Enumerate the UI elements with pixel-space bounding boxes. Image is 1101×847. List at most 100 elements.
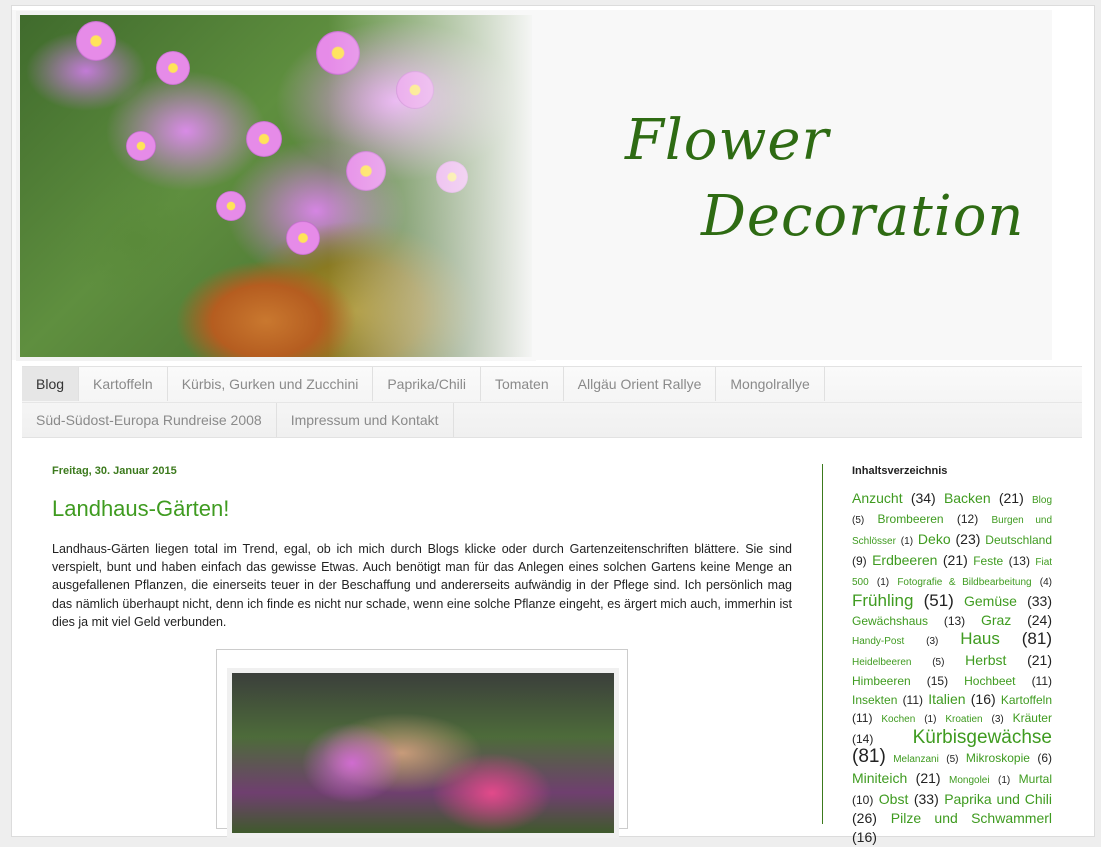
label-count: (4) — [1039, 577, 1053, 588]
nav-row-1: Blog Kartoffeln Kürbis, Gurken und Zucchin… — [22, 367, 825, 401]
label-count: (51) — [923, 591, 954, 610]
label-count: (23) — [955, 531, 981, 547]
label-link[interactable]: Hochbeet — [964, 674, 1015, 688]
column-divider — [822, 464, 823, 824]
label-count: (3) — [991, 714, 1004, 725]
nav-tab[interactable]: Kürbis, Gurken und Zucchini — [168, 367, 374, 401]
flower-blossom — [76, 21, 116, 61]
label-link[interactable]: Haus — [960, 629, 1000, 648]
label-link[interactable]: Mongolei — [949, 775, 990, 786]
nav-tab[interactable]: Süd-Südost-Europa Rundreise 2008 — [22, 403, 277, 437]
label-count: (34) — [910, 490, 936, 506]
label-count: (1) — [998, 775, 1011, 786]
label-link[interactable]: Italien — [928, 691, 965, 707]
label-link[interactable]: Erdbeeren — [872, 552, 937, 568]
label-link[interactable]: Backen — [944, 490, 991, 506]
page-nav: Blog Kartoffeln Kürbis, Gurken und Zucchin… — [22, 366, 1082, 438]
label-count: (6) — [1037, 751, 1053, 765]
label-count: (3) — [926, 636, 939, 647]
label-count: (1) — [876, 577, 890, 588]
label-link[interactable]: Handy-Post — [852, 636, 904, 647]
label-count: (9) — [852, 554, 867, 568]
label-link[interactable]: Himbeeren — [852, 674, 911, 688]
label-count: (10) — [852, 793, 874, 807]
label-link[interactable]: Fotografie & Bildbearbeitung — [897, 577, 1031, 588]
flower-blossom — [156, 51, 190, 85]
label-count: (21) — [998, 490, 1024, 506]
label-count: (81) — [1021, 629, 1052, 648]
label-link[interactable]: Murtal — [1019, 772, 1052, 786]
blog-title-line2[interactable]: Decoration — [701, 184, 1024, 249]
label-count: (81) — [852, 746, 886, 767]
label-link[interactable]: Pilze und Schwammerl — [891, 810, 1052, 826]
label-link[interactable]: Deko — [918, 531, 951, 547]
label-count: (5) — [932, 657, 945, 668]
nav-row-2: Süd-Südost-Europa Rundreise 2008 Impressu… — [22, 402, 1082, 437]
label-count: (11) — [1031, 674, 1053, 688]
label-link[interactable]: Graz — [981, 612, 1011, 628]
blog-title-line1[interactable]: Flower — [625, 108, 829, 173]
photo-frame — [16, 11, 536, 361]
label-count: (26) — [852, 810, 877, 826]
nav-tab[interactable]: Impressum und Kontakt — [277, 403, 454, 437]
flower-blossom — [216, 191, 246, 221]
label-link[interactable]: Brombeeren — [878, 512, 944, 526]
label-link[interactable]: Miniteich — [852, 770, 907, 786]
nav-tab[interactable]: Blog — [22, 367, 80, 401]
label-link[interactable]: Kroatien — [945, 714, 982, 725]
garden-bench-photo[interactable] — [227, 668, 619, 838]
flower-blossom — [286, 221, 320, 255]
label-link[interactable]: Heidelbeeren — [852, 657, 912, 668]
label-count: (21) — [1027, 652, 1052, 668]
label-link[interactable]: Anzucht — [852, 490, 903, 506]
label-count: (13) — [1008, 554, 1030, 568]
nav-tab[interactable]: Allgäu Orient Rallye — [564, 367, 717, 401]
label-link[interactable]: Frühling — [852, 591, 913, 610]
post-date: Freitag, 30. Januar 2015 — [52, 465, 177, 477]
header-flower-photo — [16, 11, 536, 361]
label-link[interactable]: Mikroskopie — [966, 751, 1030, 765]
label-count: (11) — [852, 711, 873, 725]
post-body: Landhaus-Gärten liegen total im Trend, e… — [52, 542, 792, 629]
label-link[interactable]: Kartoffeln — [1001, 693, 1052, 707]
label-link[interactable]: Kürbisgewächse — [913, 727, 1052, 748]
flower-blossom — [346, 151, 386, 191]
label-count: (12) — [956, 512, 979, 526]
label-count: (21) — [915, 770, 941, 786]
label-link[interactable]: Obst — [879, 791, 909, 807]
flower-blossom — [316, 31, 360, 75]
flower-blossom — [126, 131, 156, 161]
label-count: (14) — [852, 732, 874, 746]
label-link[interactable]: Deutschland — [985, 533, 1052, 547]
label-count: (33) — [913, 791, 939, 807]
flower-blossom — [396, 71, 434, 109]
post-image-frame — [216, 649, 628, 838]
label-count: (11) — [902, 693, 924, 707]
nav-tab[interactable]: Tomaten — [481, 367, 564, 401]
nav-tab[interactable]: Mongolrallye — [716, 367, 825, 401]
label-count: (5) — [946, 754, 959, 765]
label-link[interactable]: Kochen — [881, 714, 915, 725]
flower-blossom — [436, 161, 468, 193]
label-link[interactable]: Gewächshaus — [852, 614, 928, 628]
label-link[interactable]: Herbst — [965, 652, 1006, 668]
label-count: (5) — [852, 515, 865, 526]
label-link[interactable]: Insekten — [852, 693, 897, 707]
flower-blossom — [246, 121, 282, 157]
label-link[interactable]: Kräuter — [1013, 711, 1052, 725]
nav-tab[interactable]: Kartoffeln — [79, 367, 168, 401]
nav-tab[interactable]: Paprika/Chili — [373, 367, 481, 401]
post-title[interactable]: Landhaus-Gärten! — [52, 496, 229, 522]
label-link[interactable]: Paprika und Chili — [944, 791, 1052, 807]
label-count: (16) — [852, 829, 877, 845]
label-link[interactable]: Gemüse — [964, 593, 1017, 609]
label-cloud: Anzucht (34) Backen (21) Blog (5) Brombe… — [852, 489, 1052, 847]
sidebar-heading: Inhaltsverzeichnis — [852, 465, 948, 477]
label-link[interactable]: Blog — [1032, 495, 1052, 506]
label-link[interactable]: Feste — [973, 554, 1003, 568]
label-count: (15) — [926, 674, 949, 688]
label-count: (1) — [900, 536, 914, 547]
label-link[interactable]: Melanzani — [893, 754, 939, 765]
label-count: (24) — [1027, 612, 1052, 628]
label-count: (1) — [924, 714, 937, 725]
